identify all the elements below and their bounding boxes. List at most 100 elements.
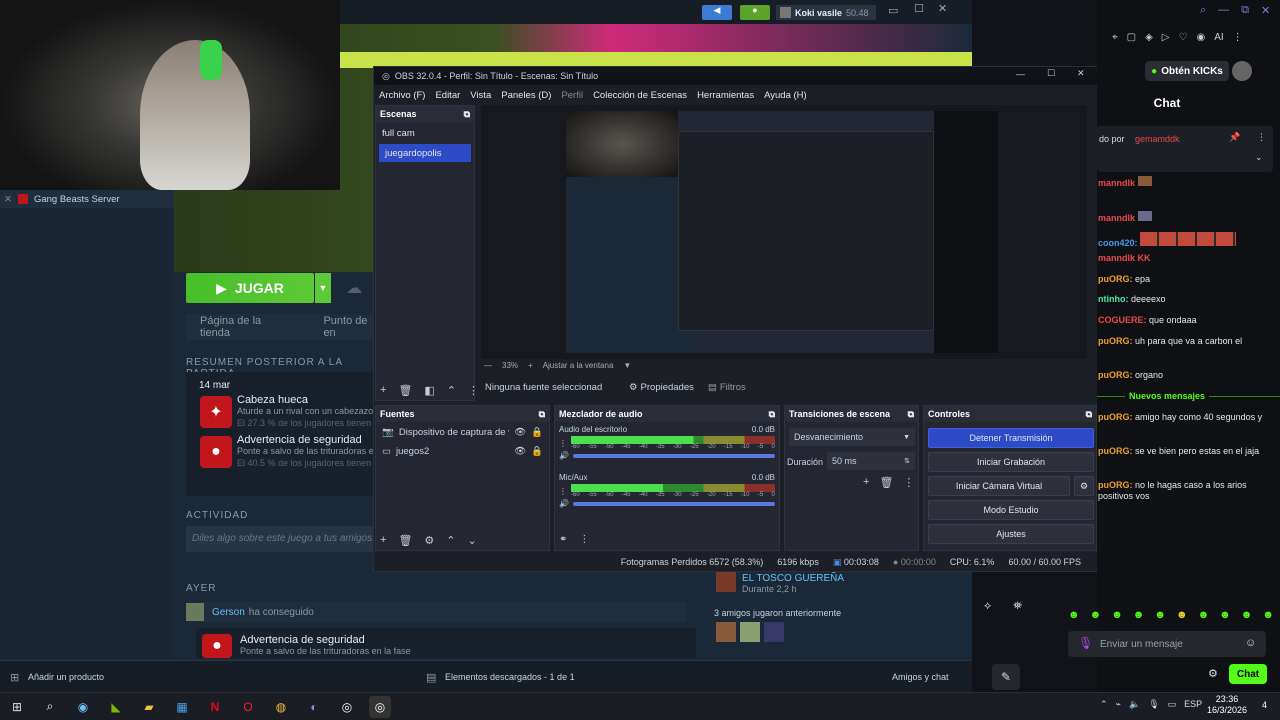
- more-icon[interactable]: ⋮: [1257, 132, 1266, 143]
- volume-slider[interactable]: [572, 501, 775, 506]
- heart-icon[interactable]: ♡: [1179, 32, 1188, 43]
- store-icon[interactable]: ▦: [171, 696, 193, 718]
- studio-mode-button[interactable]: Modo Estudio: [928, 500, 1094, 520]
- trash-icon[interactable]: 🗑: [398, 534, 412, 547]
- transition-select[interactable]: Desvanecimiento ▼: [789, 428, 915, 446]
- menu-help[interactable]: Ayuda (H): [764, 90, 807, 101]
- emote-icon[interactable]: ☻: [1090, 609, 1102, 621]
- emote-icon[interactable]: ☻: [1219, 609, 1231, 621]
- undock-icon[interactable]: ⧉: [769, 409, 775, 420]
- zoom-out-icon[interactable]: —: [484, 361, 492, 370]
- add-icon[interactable]: +: [863, 476, 869, 489]
- add-icon[interactable]: +: [380, 384, 386, 397]
- chevron-down-icon[interactable]: ▼: [623, 361, 631, 370]
- mic-icon[interactable]: 🎙: [1078, 636, 1093, 650]
- side-friend-name[interactable]: EL TOSCO GUEREÑA: [742, 573, 844, 584]
- trash-icon[interactable]: 🗑: [398, 384, 412, 397]
- maximize-icon[interactable]: ☐: [1047, 68, 1055, 79]
- stop-stream-button[interactable]: Detener Transmisión: [928, 428, 1094, 448]
- notification-badge[interactable]: 4: [1262, 700, 1267, 710]
- gear-icon[interactable]: ⚙: [1208, 667, 1218, 680]
- zoom-in-icon[interactable]: +: [528, 361, 533, 370]
- netflix-icon[interactable]: N: [204, 696, 226, 718]
- user-add-icon[interactable]: ⛯: [1013, 600, 1022, 613]
- downloads-status[interactable]: Elementos descargados - 1 de 1: [445, 672, 575, 682]
- menu-docks[interactable]: Paneles (D): [501, 90, 551, 101]
- chat-input[interactable]: Enviar un mensaje: [1068, 631, 1266, 657]
- add-icon[interactable]: ⊞: [10, 671, 19, 684]
- link-icon[interactable]: ⚭: [559, 534, 567, 545]
- discord-icon[interactable]: ◐: [303, 696, 325, 718]
- up-icon[interactable]: ⌃: [447, 384, 456, 397]
- network-icon[interactable]: ⌁: [1116, 699, 1121, 710]
- volume-slider[interactable]: [572, 453, 775, 458]
- menu-edit[interactable]: Editar: [435, 90, 460, 101]
- pinned-message[interactable]: do por gemamddk 📌 ⋮ ⌄: [1097, 126, 1273, 172]
- eye-icon[interactable]: 👁: [514, 446, 526, 457]
- user-icon[interactable]: ◉: [1196, 32, 1205, 43]
- undock-icon[interactable]: ⧉: [464, 109, 470, 120]
- emote-icon[interactable]: ☻: [1133, 609, 1145, 621]
- play-icon[interactable]: ▷: [1162, 32, 1170, 43]
- close-icon[interactable]: ✕: [1077, 68, 1085, 79]
- speaker-icon[interactable]: 🔈: [1129, 699, 1140, 710]
- more-icon[interactable]: ⋮: [468, 384, 479, 397]
- duration-input[interactable]: 50 ms ⇅: [827, 452, 915, 470]
- speaker-icon[interactable]: 🔊: [559, 499, 569, 508]
- user-menu[interactable]: Koki vasile 50.48: [776, 5, 876, 20]
- obs-preview[interactable]: [481, 105, 1087, 359]
- filters-button[interactable]: ▤ Filtros: [708, 382, 746, 393]
- start-recording-button[interactable]: Iniciar Grabación: [928, 452, 1094, 472]
- more-icon[interactable]: ⋮: [903, 476, 914, 489]
- emote-icon[interactable]: ☻: [1068, 609, 1080, 621]
- frame-icon[interactable]: ▢: [1127, 32, 1136, 43]
- emote-icon[interactable]: ☻: [1241, 609, 1253, 621]
- emote-icon[interactable]: ☻: [1262, 609, 1274, 621]
- minimize-icon[interactable]: —: [1218, 4, 1229, 17]
- close-icon[interactable]: ✕: [1261, 4, 1270, 17]
- avatar[interactable]: [764, 622, 784, 642]
- settings-button[interactable]: Ajustes: [928, 524, 1094, 544]
- stepper-icon[interactable]: ⇅: [904, 457, 910, 465]
- emote-icon[interactable]: ☻: [1198, 609, 1210, 621]
- more-icon[interactable]: ⋮: [579, 534, 589, 545]
- menu-file[interactable]: Archivo (F): [379, 90, 425, 101]
- speaker-icon[interactable]: 🔊: [559, 451, 569, 460]
- source-item[interactable]: 📷 Dispositivo de captura de vid 👁 🔒: [376, 422, 549, 443]
- chrome-icon[interactable]: ◍: [270, 696, 292, 718]
- nvidia-icon[interactable]: ◣: [105, 696, 127, 718]
- friends-chat-button[interactable]: Amigos y chat: [892, 672, 949, 682]
- pin-icon[interactable]: ⌖: [1112, 32, 1118, 43]
- obs-icon[interactable]: ◎: [369, 695, 391, 718]
- menu-tools[interactable]: Herramientas: [697, 90, 754, 101]
- minimize-icon[interactable]: —: [1016, 69, 1025, 79]
- opera-icon[interactable]: O: [237, 696, 259, 718]
- gear-icon[interactable]: ⚙: [424, 534, 434, 547]
- steam-icon[interactable]: ◉: [72, 696, 94, 718]
- broadcast-button[interactable]: ◀: [702, 5, 732, 20]
- emote-icon[interactable]: ☻: [1111, 609, 1123, 621]
- share-icon[interactable]: ⟡: [984, 600, 991, 613]
- minimize-icon[interactable]: ▭: [888, 4, 898, 17]
- start-virtual-camera-button[interactable]: Iniciar Cámara Virtual: [928, 476, 1070, 496]
- windows-start-icon[interactable]: ⊞: [6, 696, 28, 718]
- close-icon[interactable]: ✕: [938, 2, 947, 15]
- play-dropdown-button[interactable]: ▼: [315, 273, 331, 303]
- undock-icon[interactable]: ⧉: [1086, 409, 1092, 420]
- clock[interactable]: 23:36 16/3/2026: [1200, 694, 1254, 716]
- menu-profile[interactable]: Perfil: [561, 90, 583, 101]
- up-icon[interactable]: ⌃: [446, 534, 455, 547]
- filter-icon[interactable]: ◧: [424, 384, 434, 397]
- library-game-item[interactable]: ✕ Gang Beasts Server: [0, 190, 174, 208]
- chevron-down-icon[interactable]: ⌄: [1255, 152, 1263, 163]
- virtual-camera-settings-button[interactable]: ⚙: [1074, 476, 1094, 496]
- emote-icon[interactable]: ☻: [1154, 609, 1166, 621]
- menu-scene-collection[interactable]: Colección de Escenas: [593, 90, 687, 101]
- properties-button[interactable]: ⚙ Propiedades: [629, 382, 694, 393]
- more-icon[interactable]: ⋮: [559, 439, 567, 448]
- undock-icon[interactable]: ⧉: [539, 409, 545, 420]
- app-icon[interactable]: ◎: [336, 696, 358, 718]
- scene-item[interactable]: full cam: [376, 124, 474, 142]
- mic-icon[interactable]: 🎙: [1148, 699, 1159, 710]
- notifications-button[interactable]: ●: [740, 5, 770, 20]
